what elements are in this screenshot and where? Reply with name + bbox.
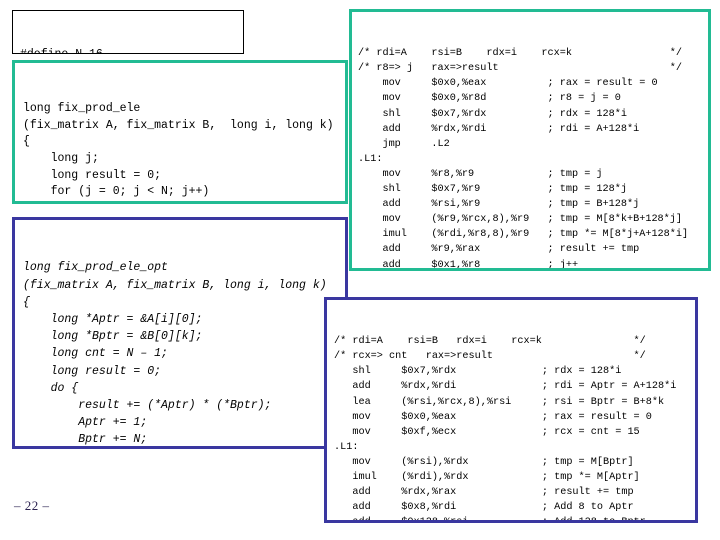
fix-prod-ele-opt-c-source-box: long fix_prod_ele_opt (fix_matrix A, fix… <box>12 217 348 449</box>
define-typedef-code: #define N 16 typedef long fix_matrix[N][… <box>20 47 237 53</box>
fix-prod-ele-c-source-box: long fix_prod_ele (fix_matrix A, fix_mat… <box>12 60 348 204</box>
fix-prod-ele-opt-c-source-code: long fix_prod_ele_opt (fix_matrix A, fix… <box>23 261 327 447</box>
fix-prod-ele-assembly-box: /* rdi=A rsi=B rdx=i rcx=k */ /* r8=> j … <box>349 9 711 271</box>
fix-prod-ele-assembly-code: /* rdi=A rsi=B rdx=i rcx=k */ /* r8=> j … <box>358 48 689 271</box>
define-typedef-box: #define N 16 typedef long fix_matrix[N][… <box>12 10 244 54</box>
fix-prod-ele-opt-assembly-code: /* rdi=A rsi=B rdx=i rcx=k */ /* rcx=> c… <box>334 336 677 523</box>
slide-canvas: #define N 16 typedef long fix_matrix[N][… <box>0 0 720 540</box>
page-number: – 22 – <box>14 498 50 513</box>
fix-prod-ele-c-source-code: long fix_prod_ele (fix_matrix A, fix_mat… <box>23 102 334 199</box>
fix-prod-ele-opt-assembly-box: /* rdi=A rsi=B rdx=i rcx=k */ /* rcx=> c… <box>324 297 698 523</box>
